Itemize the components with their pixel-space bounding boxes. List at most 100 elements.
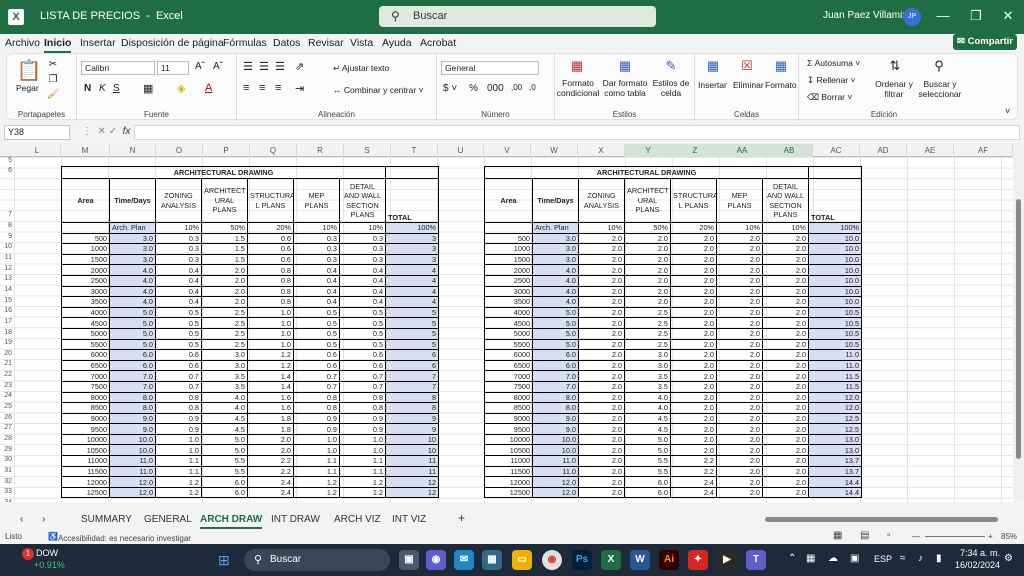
table-cell[interactable]: 0.7 xyxy=(293,380,340,393)
menu-inicio[interactable]: Inicio xyxy=(44,37,72,53)
table-cell[interactable]: 3.0 xyxy=(532,232,579,245)
table-cell[interactable]: 10.5 xyxy=(808,338,863,351)
close-icon[interactable]: ✕ xyxy=(998,6,1018,26)
borders-icon[interactable]: ▦ xyxy=(143,82,153,95)
table-cell[interactable]: 2500 xyxy=(484,274,533,287)
table-cell[interactable]: 2.0 xyxy=(670,444,717,457)
align-bottom-icon[interactable]: ☰ xyxy=(275,60,285,73)
table-cell[interactable]: 2.0 xyxy=(716,232,763,245)
row-header[interactable]: 28 xyxy=(0,435,14,442)
table-cell[interactable]: 2.0 xyxy=(247,444,294,457)
table-cell[interactable]: 7000 xyxy=(484,370,533,382)
table-cell[interactable]: 8000 xyxy=(61,391,110,404)
table-cell[interactable]: 2.0 xyxy=(578,370,625,382)
align-right-icon[interactable]: ≡ xyxy=(275,82,281,94)
percent-cell[interactable]: 50% xyxy=(201,222,248,234)
font-size-select[interactable]: 11 xyxy=(157,61,189,75)
column-header[interactable]: T xyxy=(391,144,438,157)
table-cell[interactable]: 2.0 xyxy=(578,433,625,446)
tab-arch-viz[interactable]: ARCH VIZ xyxy=(334,514,381,525)
table-cell[interactable]: 11000 xyxy=(61,455,110,467)
table-cell[interactable]: 2.0 xyxy=(761,455,810,467)
table-cell[interactable]: 1.1 xyxy=(293,455,340,467)
percent-cell[interactable]: 10% xyxy=(293,222,340,234)
table-cell[interactable]: 0.6 xyxy=(338,359,387,372)
table-cell[interactable]: 1.4 xyxy=(247,380,294,393)
tab-int-viz[interactable]: INT VIZ xyxy=(392,514,426,525)
table-cell[interactable]: 0.9 xyxy=(155,412,202,425)
table-cell[interactable]: 2.4 xyxy=(670,476,717,488)
column-header[interactable]: AE xyxy=(907,144,954,157)
formula-input[interactable] xyxy=(134,125,1020,140)
table-cell[interactable]: 0.7 xyxy=(338,370,387,382)
column-heading[interactable]: Time/Days xyxy=(109,178,156,223)
table-cell[interactable]: 11.5 xyxy=(808,380,863,393)
table-cell[interactable]: 1.1 xyxy=(155,455,202,467)
table-cell[interactable]: 3000 xyxy=(484,285,533,298)
tab-prev-icon[interactable]: ‹ xyxy=(20,514,23,525)
name-box[interactable]: Y38 xyxy=(4,125,70,140)
column-header[interactable]: N xyxy=(110,144,156,157)
table-cell[interactable]: 1.5 xyxy=(201,253,248,266)
table-cell[interactable]: 2.0 xyxy=(761,253,810,266)
column-header[interactable]: Y xyxy=(625,144,672,157)
tray-app-icon[interactable]: ▦ xyxy=(806,553,815,564)
table-cell[interactable]: 10000 xyxy=(61,433,110,446)
align-middle-icon[interactable]: ☰ xyxy=(259,60,269,73)
table-cell[interactable]: 2.0 xyxy=(761,338,810,351)
table-cell[interactable]: 2.0 xyxy=(716,391,763,404)
percent-cell[interactable]: 10% xyxy=(155,222,202,234)
table-cell[interactable]: 0.3 xyxy=(293,243,340,255)
table-cell[interactable]: 6000 xyxy=(61,349,110,361)
table-cell[interactable]: 1.8 xyxy=(247,423,294,435)
table-cell[interactable]: 6 xyxy=(385,359,440,372)
table-cell[interactable]: 4 xyxy=(385,264,440,276)
teams-work-icon[interactable]: T xyxy=(746,550,766,570)
table-cell[interactable]: 0.8 xyxy=(247,264,294,276)
table-cell[interactable]: 4000 xyxy=(61,306,110,319)
table-cell[interactable]: 2.0 xyxy=(578,391,625,404)
merge-center-button[interactable]: ↔ Combinar y centrar ˅ xyxy=(333,85,423,95)
table-cell[interactable]: 0.6 xyxy=(247,243,294,255)
table-cell[interactable]: 0.5 xyxy=(338,317,387,329)
table-cell[interactable]: 2.0 xyxy=(716,465,763,478)
vertical-scroll-thumb[interactable] xyxy=(1016,199,1021,459)
table-cell[interactable]: 1.0 xyxy=(155,433,202,446)
table-cell[interactable]: 5500 xyxy=(484,338,533,351)
table-cell[interactable]: 5.0 xyxy=(109,338,156,351)
fill-color-icon[interactable]: ◈ xyxy=(177,82,185,95)
insert-cells-icon[interactable]: ▦ xyxy=(703,57,723,75)
table-cell[interactable]: 0.5 xyxy=(155,317,202,329)
table-cell[interactable]: 10.0 xyxy=(808,232,863,245)
table-cell[interactable]: 13.0 xyxy=(808,433,863,446)
row-header[interactable]: 13 xyxy=(0,275,14,282)
table-cell[interactable] xyxy=(808,166,863,179)
notifications-icon[interactable]: ⚙ xyxy=(1004,553,1013,564)
insert-cells-button[interactable]: Insertar xyxy=(698,80,727,90)
column-header[interactable]: AC xyxy=(813,144,860,157)
delete-cells-icon[interactable]: ☒ xyxy=(737,57,757,75)
column-header[interactable]: W xyxy=(531,144,578,157)
table-cell[interactable]: 1.4 xyxy=(247,370,294,382)
table-cell[interactable]: 3 xyxy=(385,243,440,255)
table-cell[interactable]: 2.0 xyxy=(761,444,810,457)
table-cell[interactable]: 0.8 xyxy=(155,391,202,404)
table-cell[interactable]: 4.5 xyxy=(624,412,671,425)
indent-icon[interactable]: ⇥ xyxy=(295,82,304,95)
table-cell[interactable]: 2.0 xyxy=(578,476,625,488)
table-cell[interactable]: 2.2 xyxy=(247,465,294,478)
column-heading[interactable]: STRUCTURA L PLANS xyxy=(247,178,294,223)
table-cell[interactable]: 1.0 xyxy=(338,433,387,446)
table-cell[interactable]: 1.0 xyxy=(293,444,340,457)
table-cell[interactable]: 0.8 xyxy=(338,391,387,404)
table-cell[interactable]: 5.0 xyxy=(532,327,579,340)
table-cell[interactable]: 6500 xyxy=(484,359,533,372)
vertical-scrollbar[interactable] xyxy=(1013,144,1024,502)
table-cell[interactable]: 9.0 xyxy=(109,412,156,425)
table-cell[interactable]: 12500 xyxy=(484,486,533,499)
table-cell[interactable]: 2.0 xyxy=(578,232,625,245)
table-cell[interactable]: 5 xyxy=(385,306,440,319)
column-heading[interactable]: ZONING ANALYSIS xyxy=(578,178,625,223)
zoom-level[interactable]: 85% xyxy=(1001,532,1017,541)
zoom-out-icon[interactable]: — xyxy=(912,532,920,541)
